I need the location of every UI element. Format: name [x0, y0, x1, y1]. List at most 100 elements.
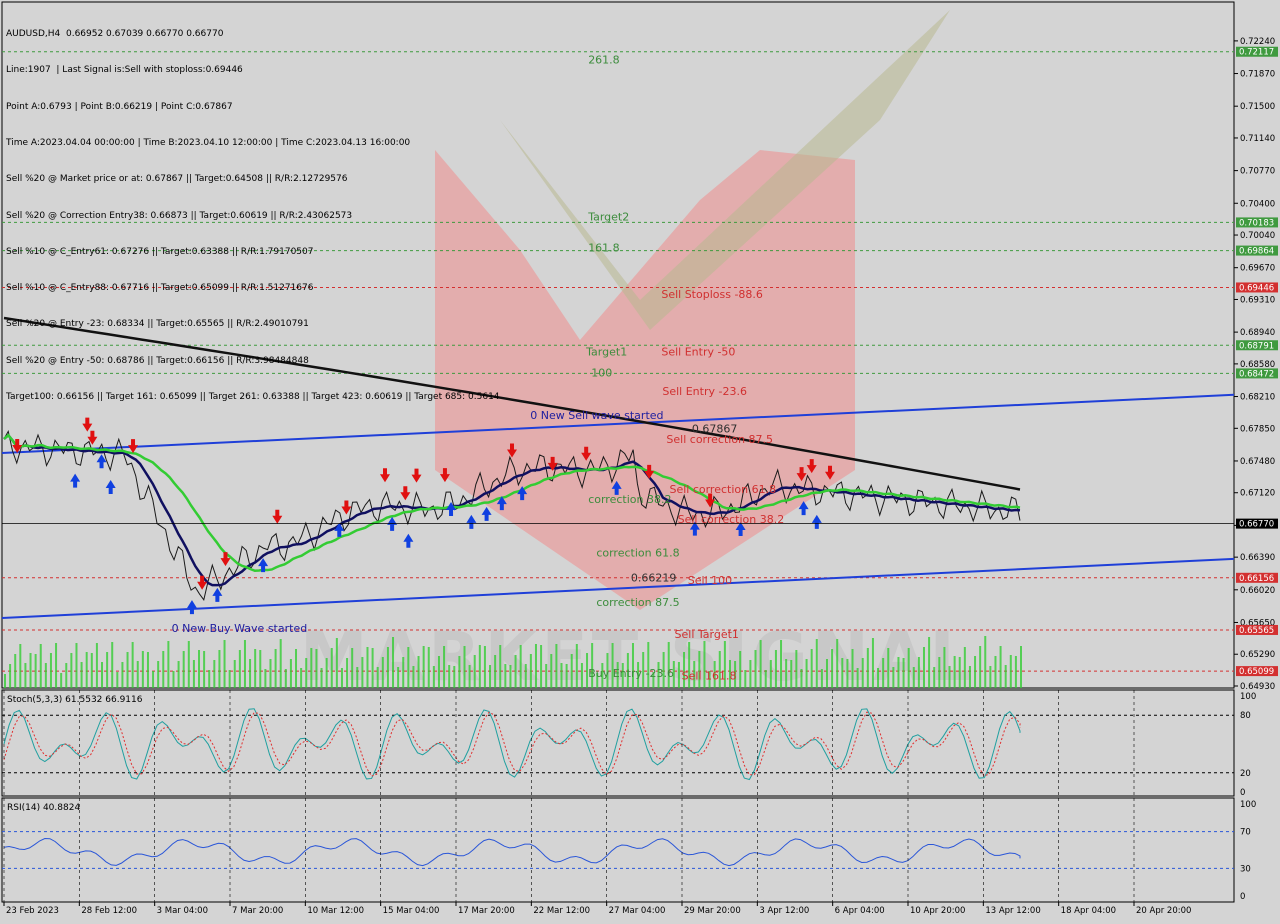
volume-bar: [882, 658, 885, 688]
volume-bar: [402, 657, 405, 688]
stoch-tick-label: 0: [1240, 788, 1245, 798]
volume-bar: [228, 670, 231, 688]
volume-bar: [897, 657, 900, 688]
volume-bar: [907, 648, 910, 688]
volume-bar: [555, 644, 558, 688]
volume-bar: [769, 660, 772, 688]
chart-annotation: Sell 161.8: [682, 669, 737, 682]
volume-bar: [529, 654, 532, 688]
volume-bar: [790, 660, 793, 688]
price-tick-label: 0.70770: [1240, 167, 1275, 177]
level-price-tag-label: 0.65565: [1239, 626, 1274, 636]
volume-bar: [361, 657, 364, 688]
rsi-pane[interactable]: [1, 797, 1235, 903]
volume-bar: [509, 665, 512, 688]
volume-bar: [269, 659, 272, 688]
volume-bar: [943, 647, 946, 688]
volume-bar: [432, 666, 435, 688]
rsi-tick-label: 30: [1240, 864, 1251, 874]
volume-bar: [489, 665, 492, 688]
price-tick-label: 0.69670: [1240, 264, 1275, 274]
volume-bar: [70, 653, 73, 688]
volume-bar: [320, 668, 323, 688]
chart-annotation: Sell correction 87.5: [666, 433, 773, 446]
price-tick-label: 0.68940: [1240, 328, 1275, 338]
volume-bar: [44, 663, 47, 688]
info-symbol-line: AUDUSD,H4 0.66952 0.67039 0.66770 0.6677…: [6, 29, 224, 40]
volume-bar: [902, 658, 905, 688]
volume-bar: [4, 674, 6, 688]
chart-annotation: 100: [591, 367, 612, 380]
level-price-tag-label: 0.65099: [1239, 667, 1274, 677]
volume-bar: [376, 667, 379, 688]
time-tick-label: 28 Feb 12:00: [81, 906, 137, 916]
volume-bar: [759, 640, 762, 688]
volume-bar: [254, 649, 257, 688]
volume-bar: [325, 658, 328, 688]
volume-bar: [928, 637, 931, 688]
volume-bar: [182, 651, 185, 688]
chart-annotation: correction 38.2: [588, 493, 671, 506]
volume-bar: [1009, 655, 1012, 688]
volume-bar: [499, 645, 502, 688]
volume-bar: [540, 645, 543, 688]
price-tick-label: 0.64930: [1240, 682, 1275, 692]
volume-bar: [534, 644, 537, 688]
chart-annotation: Sell correction 61.8: [669, 483, 776, 496]
volume-bar: [126, 652, 129, 688]
stoch-pane[interactable]: [1, 689, 1235, 797]
volume-bar: [249, 659, 252, 688]
volume-bar: [963, 647, 966, 688]
rsi-tick-label: 70: [1240, 828, 1251, 838]
volume-bar: [958, 657, 961, 688]
volume-bar: [917, 657, 920, 688]
volume-bar: [968, 666, 971, 688]
volume-bar: [647, 642, 650, 688]
volume-bar: [75, 643, 78, 688]
volume-bar: [979, 646, 982, 688]
volume-bar: [34, 654, 37, 688]
chart-annotation: Sell Stoploss -88.6: [661, 288, 763, 301]
volume-bar: [871, 638, 874, 688]
volume-bar: [989, 666, 992, 688]
chart-annotation: 261.8: [588, 53, 620, 66]
volume-bar: [948, 666, 951, 688]
level-price-tag-label: 0.69864: [1239, 247, 1274, 257]
volume-bar: [95, 643, 98, 688]
volume-bar: [1014, 656, 1017, 688]
volume-bar: [233, 660, 236, 688]
volume-bar: [514, 655, 517, 688]
time-tick-label: 13 Apr 12:00: [985, 906, 1040, 916]
time-tick-label: 3 Mar 04:00: [157, 906, 208, 916]
time-tick-label: 17 Mar 20:00: [458, 906, 515, 916]
price-tick-label: 0.66390: [1240, 553, 1275, 563]
volume-bar: [565, 664, 568, 688]
price-tick-label: 0.71500: [1240, 102, 1275, 112]
volume-bar: [999, 646, 1002, 688]
level-price-tag-label: 0.68791: [1239, 341, 1274, 351]
volume-bar: [310, 648, 313, 688]
volume-bar: [223, 640, 226, 688]
volume-bar: [141, 651, 144, 688]
volume-bar: [774, 650, 777, 688]
volume-bar: [422, 646, 425, 688]
info-line: Line:1907 | Last Signal is:Sell with sto…: [6, 65, 243, 76]
volume-bar: [1004, 665, 1007, 688]
info-line: Sell %10 @ C_Entry88: 0.67716 || Target:…: [6, 283, 314, 294]
volume-bar: [264, 669, 267, 688]
volume-bar: [187, 641, 190, 688]
volume-bar: [933, 667, 936, 688]
info-line: Sell %20 @ Market price or at: 0.67867 |…: [6, 174, 348, 185]
volume-bar: [29, 653, 32, 688]
chart-annotation: correction 61.8: [596, 547, 679, 560]
time-tick-label: 29 Mar 20:00: [684, 906, 741, 916]
volume-bar: [330, 648, 333, 688]
volume-bar: [1020, 646, 1022, 688]
current-price-tag-label: 0.66770: [1239, 520, 1274, 530]
volume-bar: [744, 670, 747, 688]
volume-bar: [279, 639, 282, 688]
volume-bar: [560, 663, 563, 688]
volume-bar: [591, 643, 594, 688]
info-line: Sell %20 @ Correction Entry38: 0.66873 |…: [6, 210, 353, 221]
info-line: Sell %20 @ Entry -50: 0.68786 || Target:…: [6, 355, 309, 366]
